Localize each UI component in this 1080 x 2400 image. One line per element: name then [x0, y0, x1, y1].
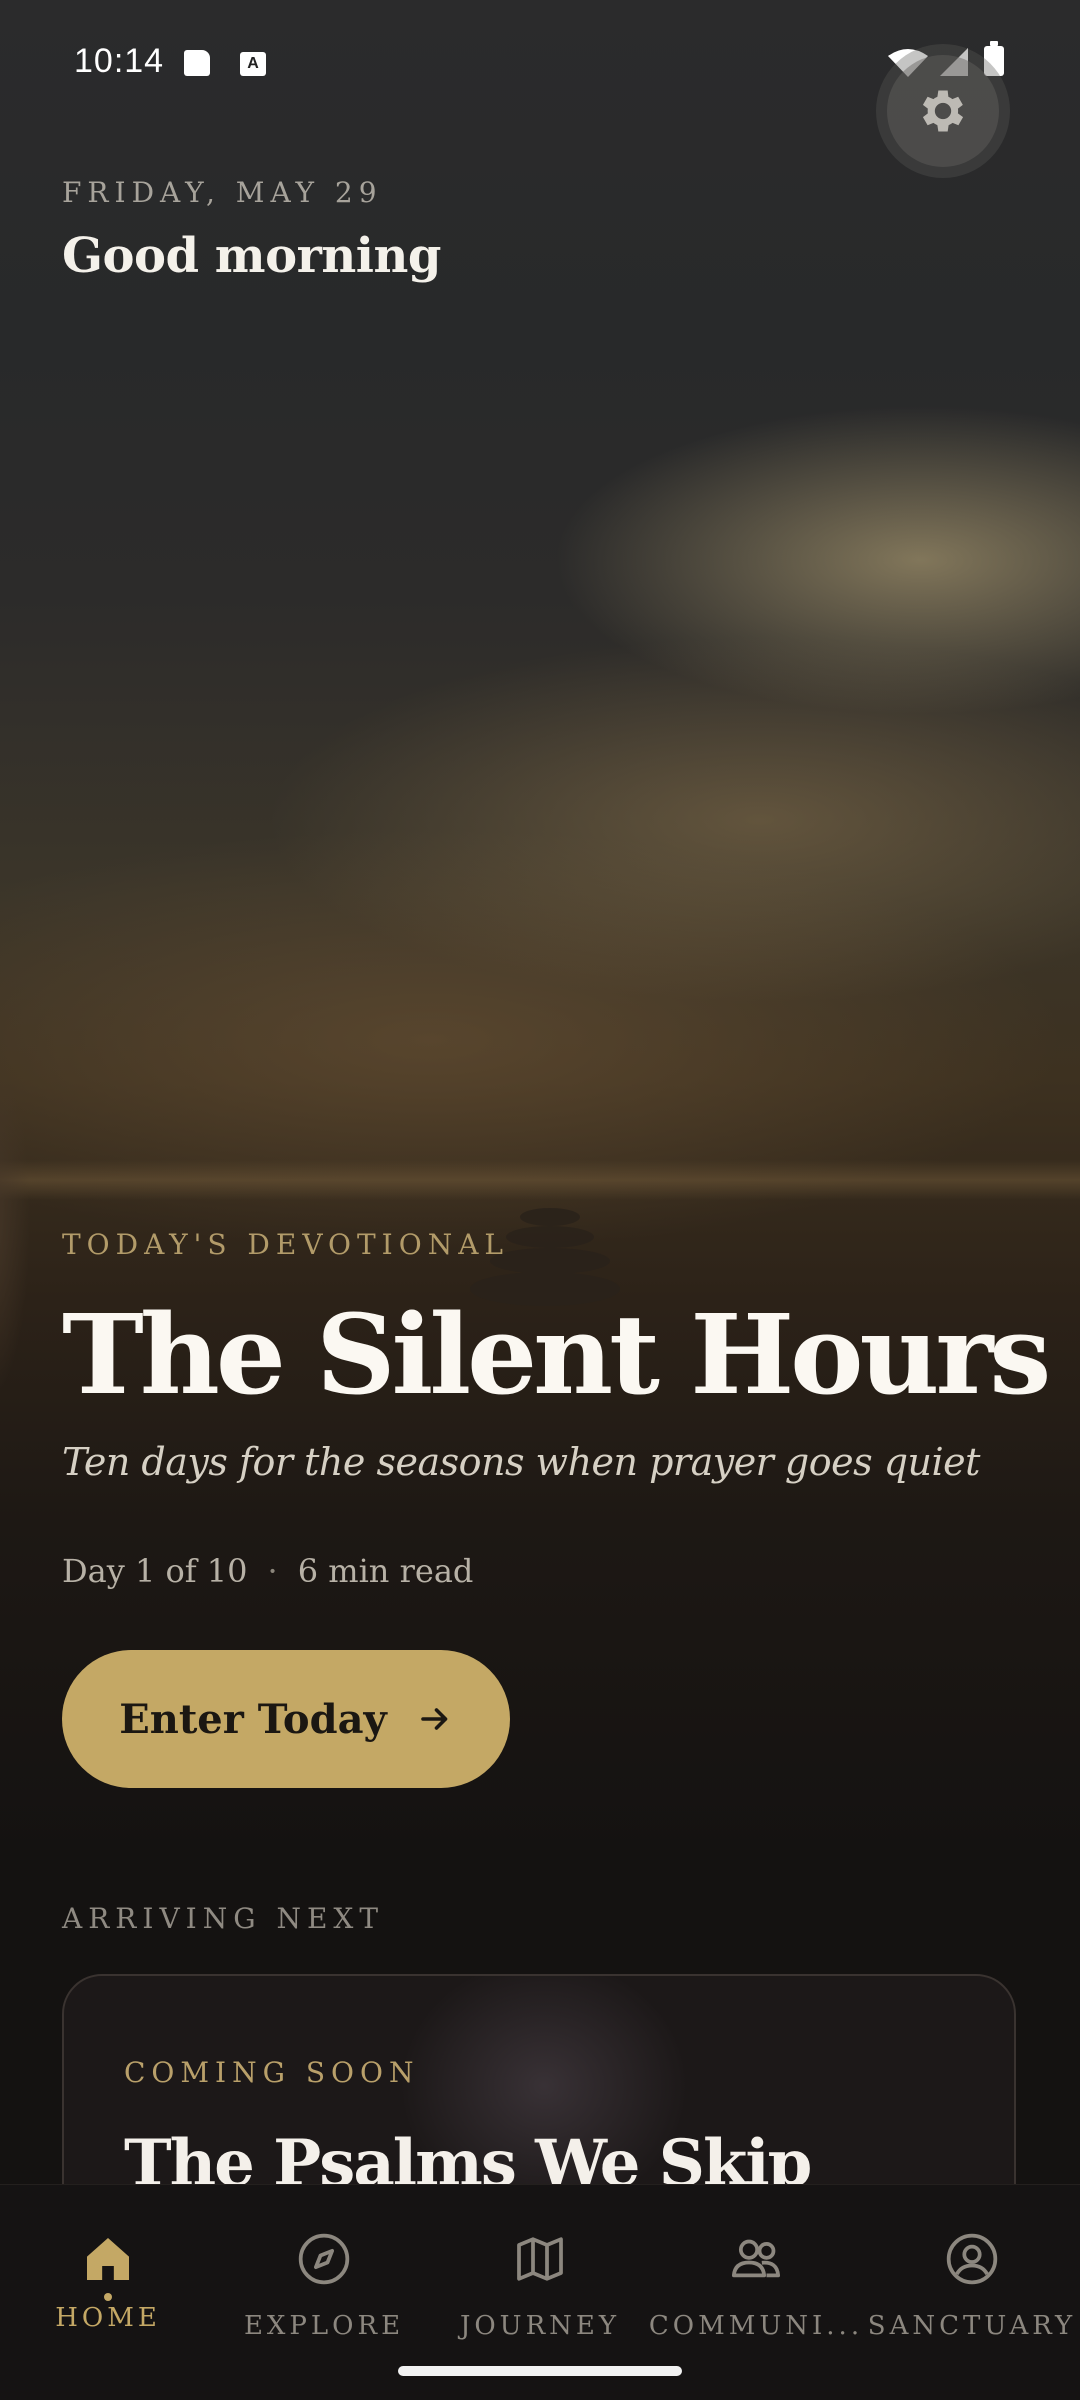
nav-label-explore: EXPLORE	[243, 2311, 405, 2341]
profile-icon	[946, 2233, 998, 2285]
devotional-subtitle: Ten days for the seasons when prayer goe…	[62, 1440, 980, 1484]
horizon-glow	[0, 1160, 1080, 1200]
nav-label-journey: JOURNEY	[459, 2311, 621, 2341]
coming-soon-eyebrow: COMING SOON	[124, 2056, 420, 2089]
nav-item-community[interactable]: COMMUNI...	[648, 2185, 864, 2385]
arriving-next-label: ARRIVING NEXT	[62, 1902, 385, 1935]
meta-separator: ·	[267, 1552, 278, 1590]
nav-label-home: HOME	[55, 2303, 161, 2333]
keyboard-a-icon: A	[240, 52, 266, 76]
map-icon	[517, 2237, 563, 2281]
gear-icon	[922, 90, 964, 132]
nav-item-sanctuary[interactable]: SANCTUARY	[864, 2185, 1080, 2385]
settings-button[interactable]	[876, 44, 1010, 178]
devotional-title: The Silent Hours	[62, 1290, 1051, 1419]
greeting-heading: Good morning	[62, 228, 441, 284]
nav-item-explore[interactable]: EXPLORE	[216, 2185, 432, 2385]
devotional-meta: Day 1 of 10 · 6 min read	[62, 1552, 473, 1590]
cairn-stone	[520, 1208, 580, 1226]
date-label: FRIDAY, MAY 29	[62, 176, 383, 209]
devotional-day: Day 1 of 10	[62, 1552, 248, 1590]
devotional-read-time: 6 min read	[297, 1552, 474, 1590]
enter-today-button[interactable]: Enter Today	[62, 1650, 510, 1788]
nav-item-home[interactable]: HOME	[0, 2185, 216, 2385]
home-icon	[87, 2238, 129, 2280]
status-time: 10:14	[74, 42, 165, 80]
nav-label-community: COMMUNI...	[648, 2311, 864, 2341]
cairn-stone	[506, 1226, 594, 1248]
sd-card-icon	[184, 50, 210, 76]
nav-item-journey[interactable]: JOURNEY	[432, 2185, 648, 2385]
silhouette-figure	[0, 980, 60, 1460]
settings-button-inner	[887, 55, 999, 167]
devotional-eyebrow: TODAY'S DEVOTIONAL	[62, 1228, 510, 1261]
compass-icon	[298, 2233, 350, 2285]
nav-label-sanctuary: SANCTUARY	[867, 2311, 1077, 2341]
arrow-right-icon	[420, 1708, 448, 1730]
people-icon	[731, 2239, 781, 2278]
active-indicator-dot	[104, 2293, 112, 2301]
enter-today-label: Enter Today	[119, 1695, 387, 1743]
home-indicator-bar[interactable]	[398, 2366, 682, 2376]
